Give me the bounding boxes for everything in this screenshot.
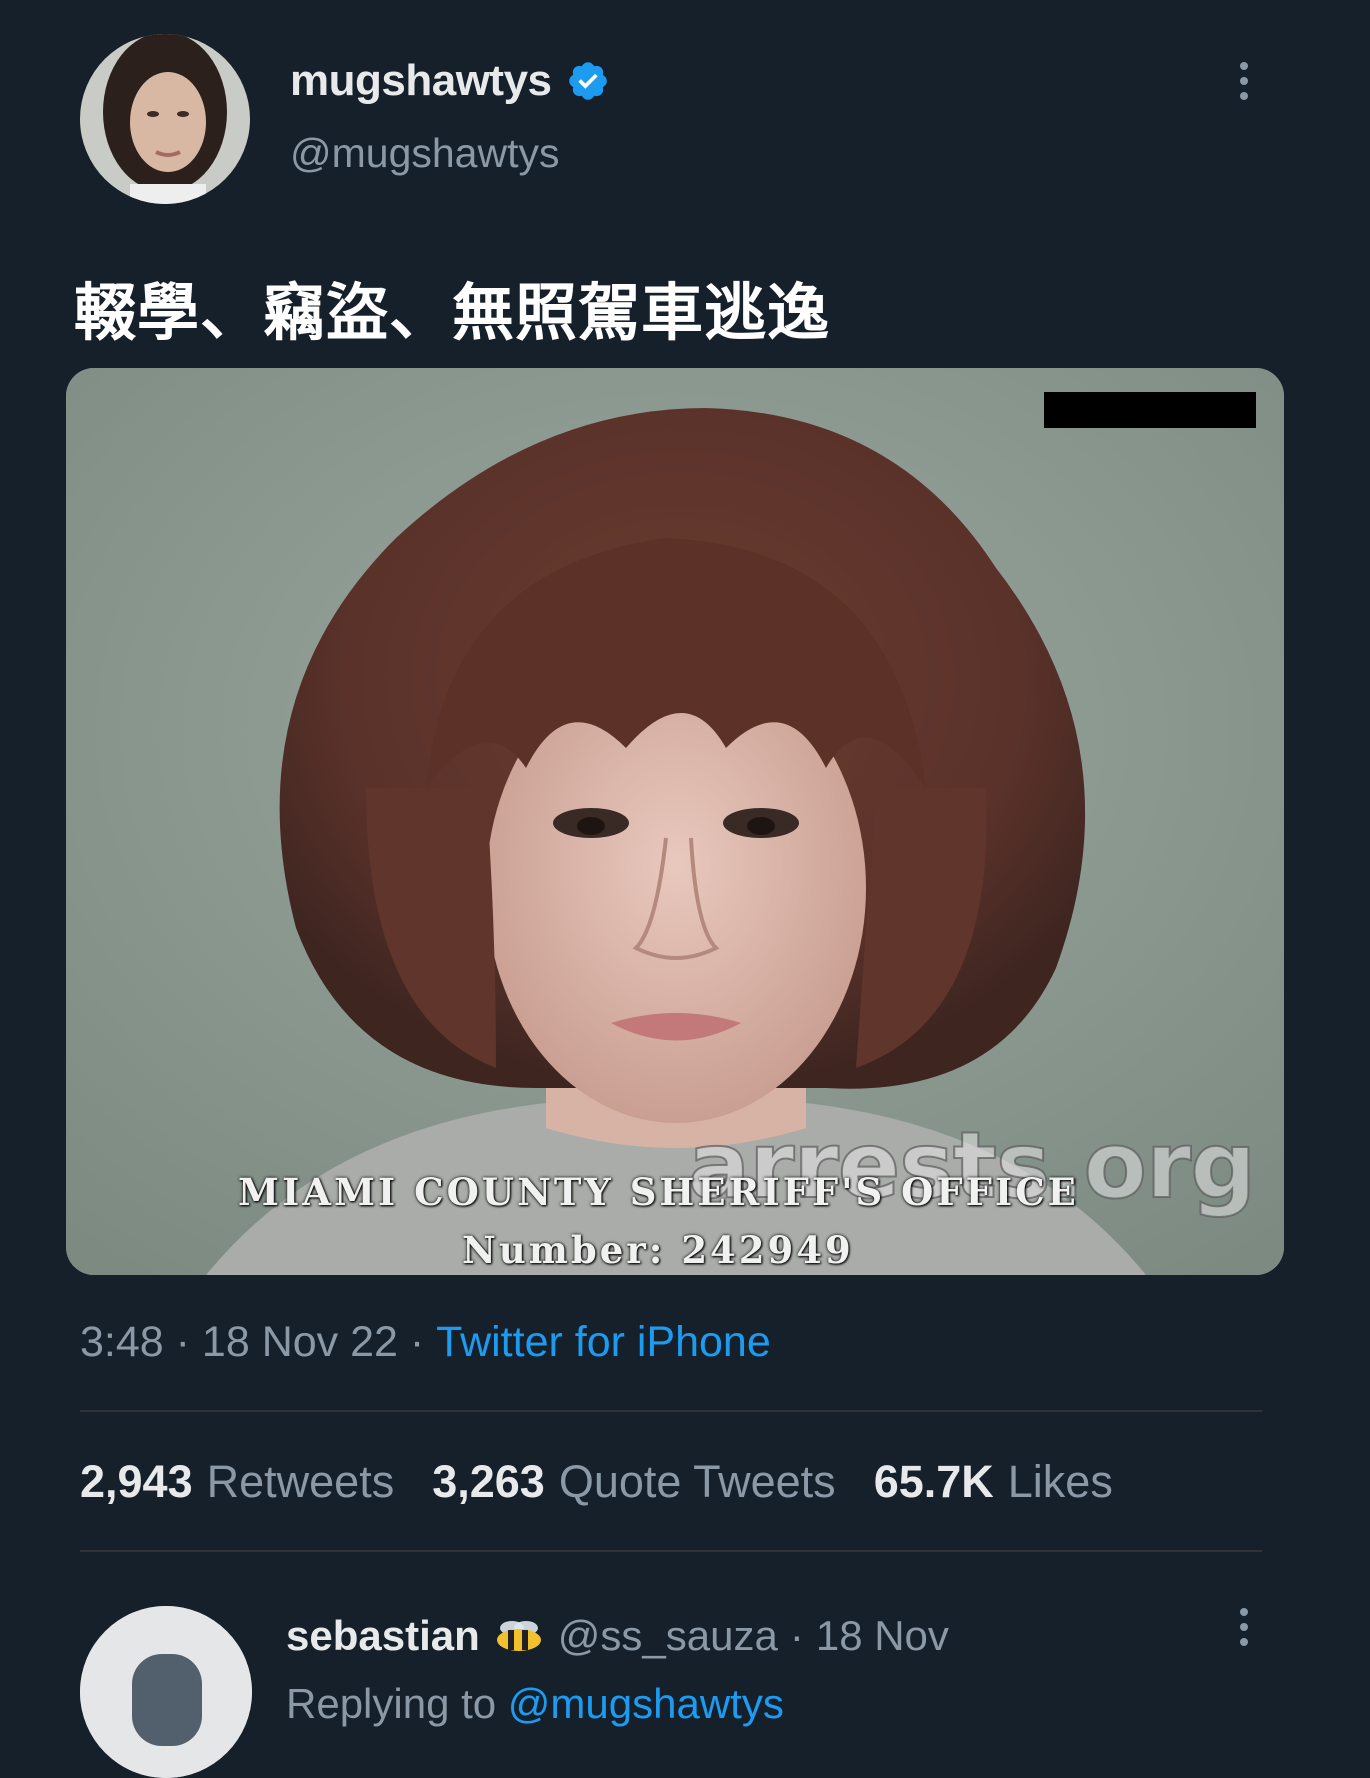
media-caption-agency: MIAMI COUNTY SHERIFF'S OFFICE bbox=[238, 1170, 1079, 1214]
author-avatar[interactable] bbox=[80, 34, 250, 204]
replying-to: Replying to @mugshawtys bbox=[286, 1680, 784, 1728]
quote-tweets-count: 3,263 bbox=[432, 1456, 545, 1507]
meta-separator: · bbox=[163, 1318, 202, 1366]
author-display-name-text[interactable]: mugshawtys bbox=[290, 56, 552, 106]
retweets-stat[interactable]: 2,943 Retweets bbox=[80, 1456, 394, 1508]
divider bbox=[80, 1410, 1262, 1412]
more-options-icon[interactable] bbox=[1236, 62, 1252, 106]
tweet-text: 輟學、竊盜、無照駕車逃逸 bbox=[74, 276, 831, 349]
likes-label: Likes bbox=[1007, 1456, 1113, 1507]
likes-stat[interactable]: 65.7K Likes bbox=[874, 1456, 1113, 1508]
reply-author-name[interactable]: sebastian bbox=[286, 1612, 480, 1660]
quote-tweets-label: Quote Tweets bbox=[558, 1456, 836, 1507]
reply-author-handle[interactable]: @ss_sauza bbox=[558, 1612, 778, 1660]
replying-to-prefix: Replying to bbox=[286, 1680, 497, 1727]
tweet-date[interactable]: 18 Nov 22 bbox=[202, 1318, 398, 1367]
bee-emoji-icon bbox=[496, 1621, 541, 1651]
retweets-label: Retweets bbox=[206, 1456, 395, 1507]
likes-count: 65.7K bbox=[873, 1456, 994, 1507]
reply-date[interactable]: 18 Nov bbox=[816, 1612, 949, 1660]
reply-author-avatar[interactable] bbox=[80, 1606, 252, 1778]
quote-tweets-stat[interactable]: 3,263 Quote Tweets bbox=[432, 1456, 835, 1508]
reply-separator: · bbox=[789, 1612, 804, 1659]
reply-more-options-icon[interactable] bbox=[1236, 1608, 1252, 1652]
retweets-count: 2,943 bbox=[80, 1456, 193, 1507]
replying-to-handle[interactable]: @mugshawtys bbox=[508, 1680, 784, 1727]
redaction-bar bbox=[1044, 392, 1256, 428]
author-display-name[interactable]: mugshawtys bbox=[290, 56, 610, 106]
tweet-stats: 2,943 Retweets 3,263 Quote Tweets 65.7K Lik… bbox=[80, 1456, 1113, 1508]
tweet-meta: 3:48 · 18 Nov 22 · Twitter for iPhone bbox=[80, 1318, 771, 1367]
tweet-time[interactable]: 3:48 bbox=[80, 1318, 164, 1367]
meta-separator: · bbox=[397, 1318, 437, 1366]
tweet-source-link[interactable]: Twitter for iPhone bbox=[436, 1318, 771, 1367]
divider bbox=[80, 1550, 1262, 1552]
author-handle[interactable]: @mugshawtys bbox=[290, 130, 559, 177]
reply-header: sebastian @ss_sauza · 18 Nov bbox=[286, 1612, 949, 1660]
verified-badge-icon bbox=[568, 62, 607, 100]
media-caption-number: Number: 242949 bbox=[462, 1228, 854, 1272]
